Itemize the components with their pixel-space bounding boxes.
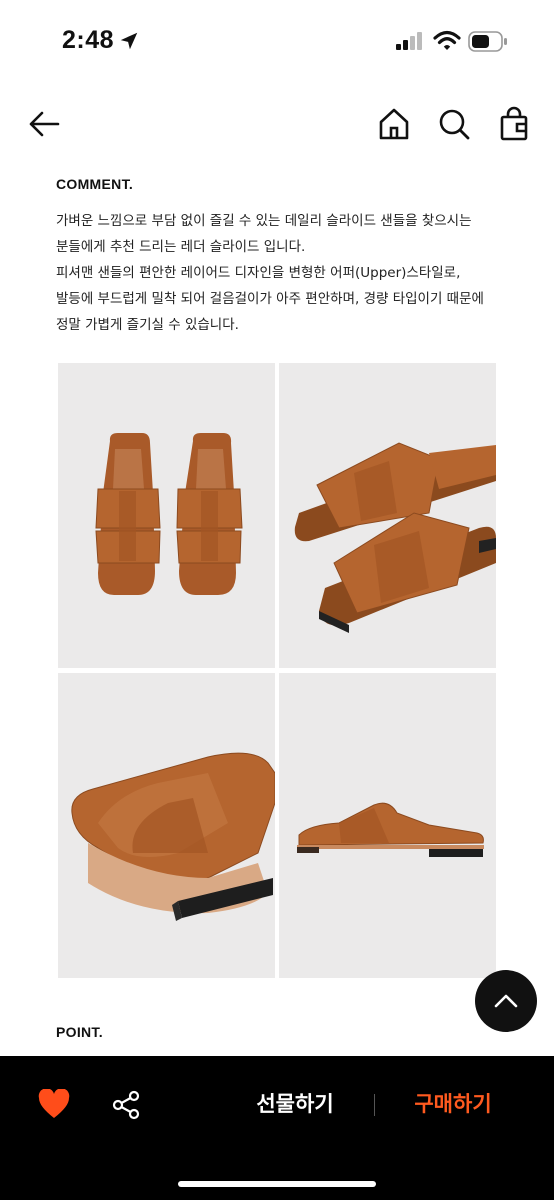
- share-icon: [112, 1090, 140, 1120]
- home-indicator: [178, 1181, 376, 1187]
- status-bar: 2:48: [0, 0, 554, 84]
- battery-icon: [468, 31, 507, 52]
- shopping-bag-button[interactable]: [496, 106, 532, 142]
- heart-icon: [38, 1089, 70, 1118]
- product-photo-grid: [58, 363, 496, 979]
- search-button[interactable]: [436, 106, 472, 142]
- bottom-action-bar: 선물하기 구매하기: [0, 1056, 554, 1200]
- favorite-button[interactable]: [38, 1089, 70, 1119]
- cellular-signal-icon: [396, 32, 422, 50]
- home-icon: [379, 108, 409, 140]
- comment-section: COMMENT. 가벼운 느낌으로 부담 없이 즐길 수 있는 데일리 슬라이드…: [56, 176, 516, 338]
- search-icon: [439, 109, 470, 140]
- comment-heading: COMMENT.: [56, 176, 134, 192]
- share-button[interactable]: [110, 1089, 142, 1121]
- location-arrow-icon: [120, 32, 138, 50]
- back-button[interactable]: [26, 106, 62, 142]
- buy-button[interactable]: 구매하기: [398, 1086, 508, 1122]
- product-photo-angled-pair[interactable]: [279, 363, 496, 668]
- wifi-icon: [433, 30, 461, 50]
- shopping-bag-icon: [500, 106, 528, 141]
- arrow-left-icon: [29, 111, 60, 137]
- gift-button[interactable]: 선물하기: [240, 1086, 350, 1122]
- nav-bar: [0, 96, 554, 156]
- product-photo-side-detail[interactable]: [58, 673, 275, 978]
- home-button[interactable]: [376, 106, 412, 142]
- button-divider: [374, 1094, 375, 1116]
- point-heading: POINT.: [56, 1024, 103, 1040]
- status-time: 2:48: [62, 26, 115, 54]
- comment-text: 가벼운 느낌으로 부담 없이 즐길 수 있는 데일리 슬라이드 샌들을 찾으시는…: [56, 213, 484, 333]
- product-photo-profile-view[interactable]: [279, 673, 496, 978]
- chevron-up-icon: [494, 994, 518, 1008]
- scroll-to-top-button[interactable]: [475, 970, 537, 1032]
- product-photo-top-view[interactable]: [58, 363, 275, 668]
